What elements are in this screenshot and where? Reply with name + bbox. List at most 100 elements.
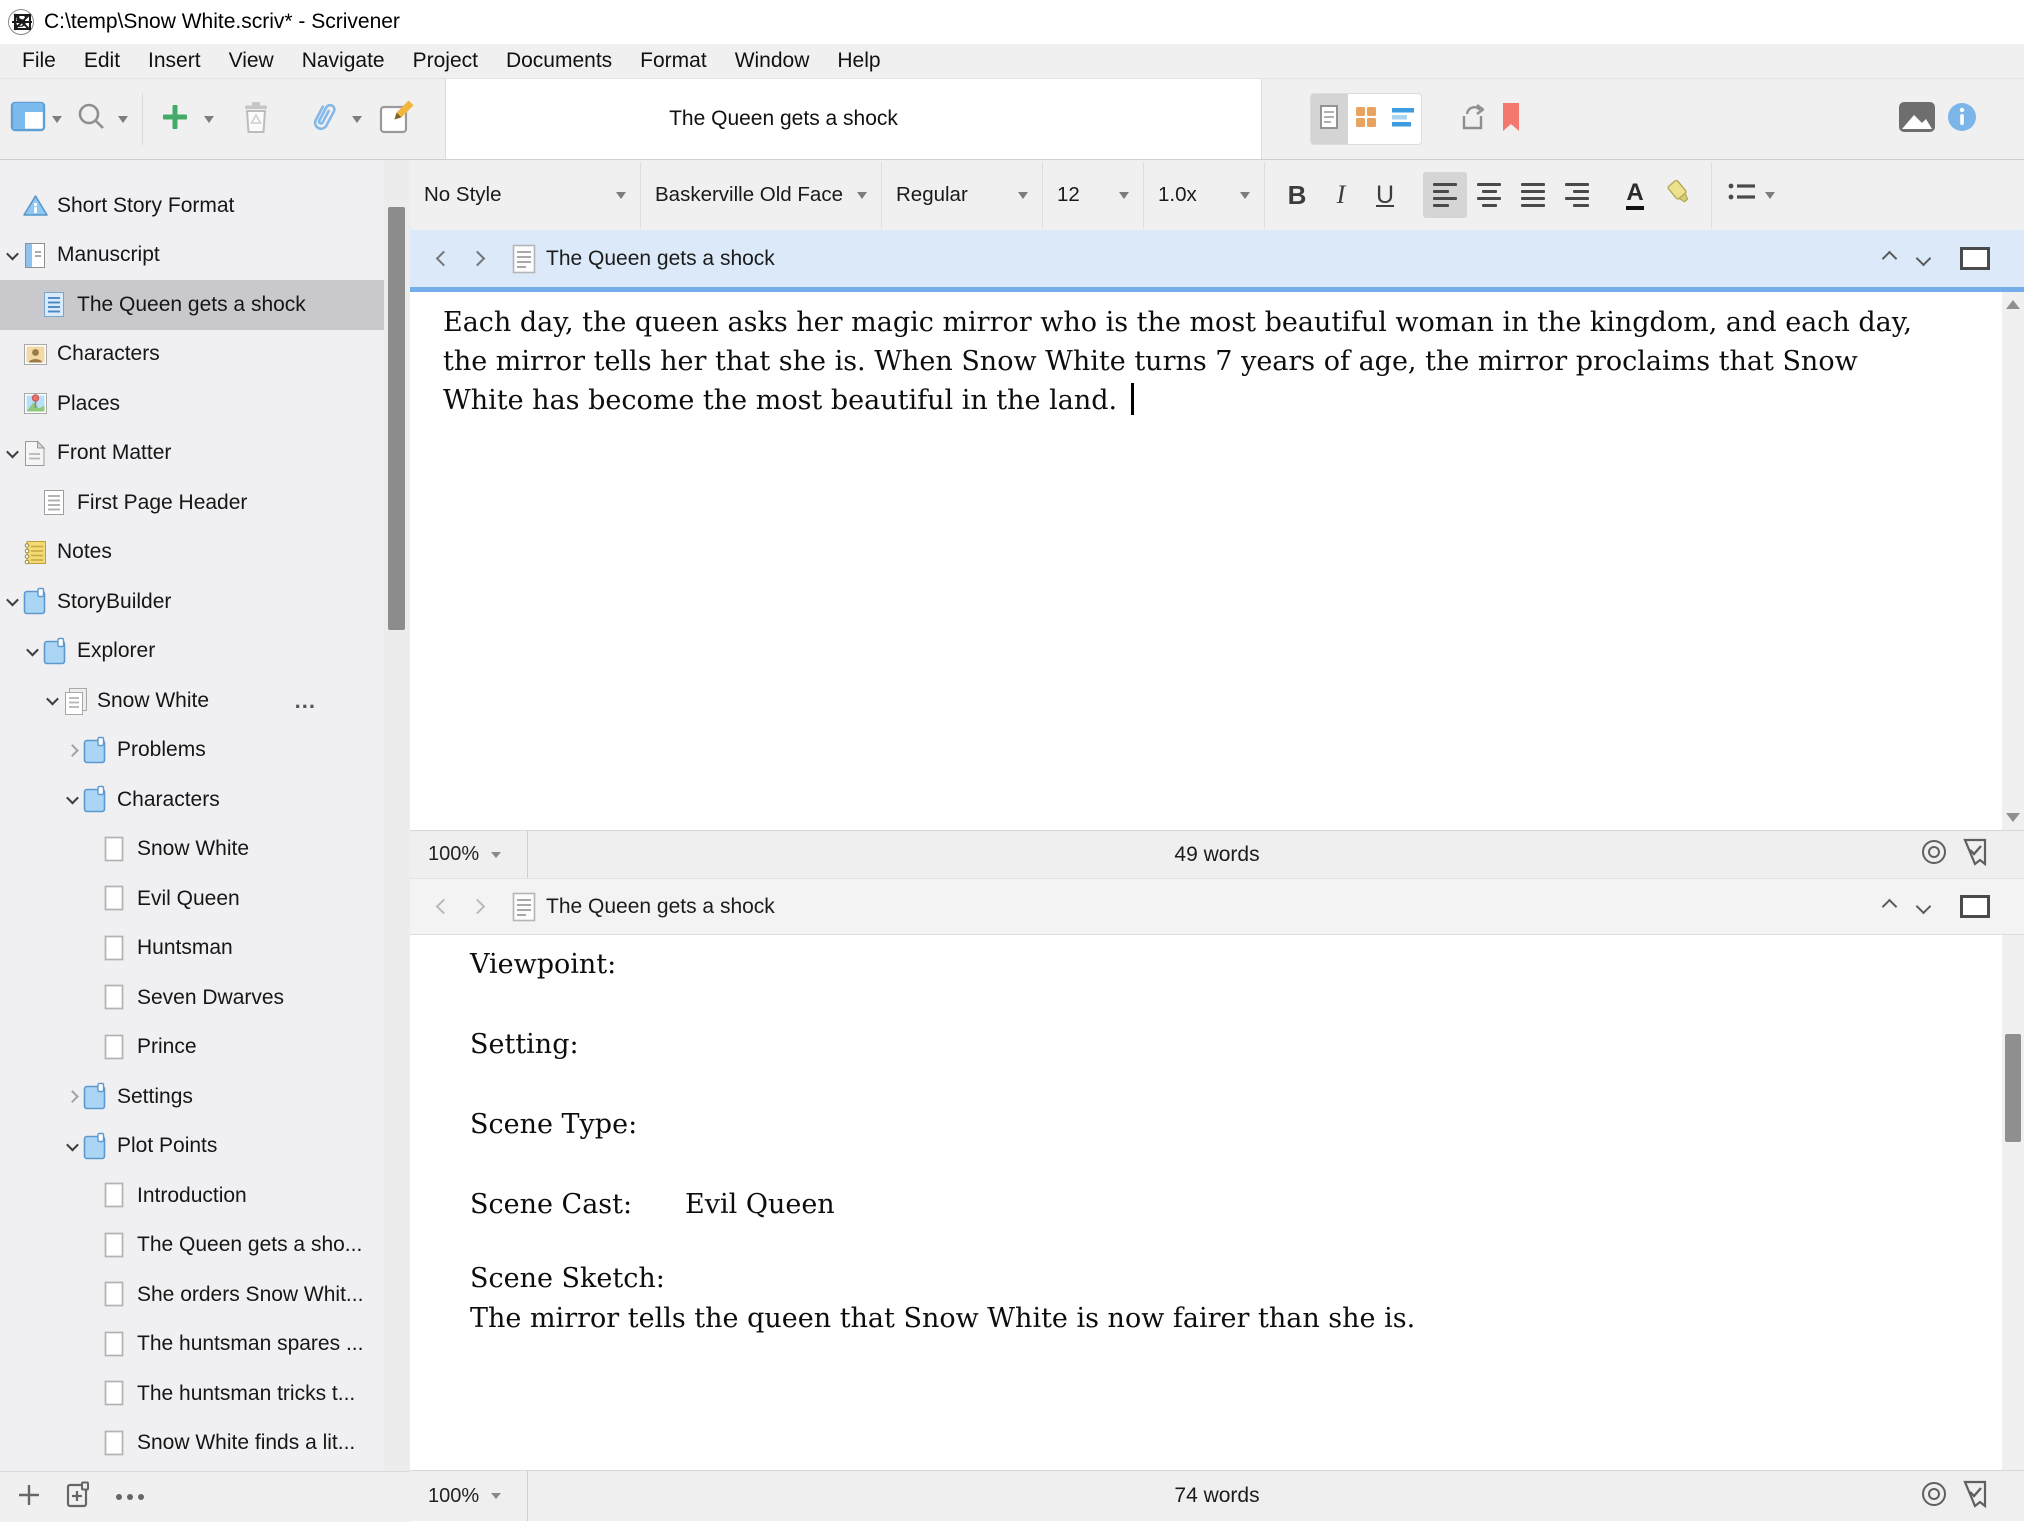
binder-item[interactable]: Huntsman xyxy=(0,924,384,974)
previous-document-button[interactable] xyxy=(1872,242,1906,276)
corkboard-view-button[interactable] xyxy=(1348,94,1385,144)
binder-item[interactable]: Characters xyxy=(0,330,384,380)
editor-top-text[interactable]: Each day, the queen asks her magic mirro… xyxy=(410,292,2024,420)
viewpoint-label[interactable]: Viewpoint: xyxy=(470,945,1944,985)
underline-button[interactable]: U xyxy=(1363,172,1407,218)
italic-button[interactable]: I xyxy=(1319,172,1363,218)
scene-cast-row[interactable]: Scene Cast:Evil Queen xyxy=(470,1185,1944,1225)
editor-top-content[interactable]: Each day, the queen asks her magic mirro… xyxy=(410,292,2024,830)
share-button[interactable] xyxy=(1452,79,1490,159)
doc-check-button[interactable] xyxy=(1962,837,1988,872)
disclosure-down-icon[interactable] xyxy=(22,647,42,656)
text-color-button[interactable]: A xyxy=(1613,172,1657,218)
binder-item[interactable]: Snow White xyxy=(0,825,384,875)
list-button[interactable] xyxy=(1718,172,1784,218)
back-button[interactable] xyxy=(426,242,460,276)
bookmark-button[interactable] xyxy=(1500,79,1522,159)
align-center-button[interactable] xyxy=(1467,172,1511,218)
paperclip-button[interactable] xyxy=(306,79,340,159)
compose-button[interactable] xyxy=(378,79,416,159)
binder-item[interactable]: The huntsman spares ... xyxy=(0,1320,384,1370)
add-folder-button[interactable] xyxy=(64,1480,94,1515)
more-options-button[interactable] xyxy=(116,1494,144,1500)
menu-help[interactable]: Help xyxy=(823,49,894,73)
disclosure-down-icon[interactable] xyxy=(62,795,82,804)
trash-button[interactable] xyxy=(240,79,272,159)
close-button[interactable] xyxy=(0,0,44,44)
binder-panel-dropdown[interactable] xyxy=(52,79,62,159)
forward-button[interactable] xyxy=(460,242,494,276)
menu-project[interactable]: Project xyxy=(399,49,492,73)
binder-item[interactable]: Places xyxy=(0,379,384,429)
binder-item[interactable]: Notes xyxy=(0,528,384,578)
font-size-select[interactable]: 12 xyxy=(1043,160,1143,230)
align-left-button[interactable] xyxy=(1423,172,1467,218)
binder-item[interactable]: The Queen gets a sho... xyxy=(0,1221,384,1271)
binder-item[interactable]: Snow White... xyxy=(0,676,384,726)
binder-item[interactable]: First Page Header xyxy=(0,478,384,528)
previous-document-button[interactable] xyxy=(1872,890,1906,924)
binder-item[interactable]: Introduction xyxy=(0,1171,384,1221)
align-right-button[interactable] xyxy=(1555,172,1599,218)
target-button[interactable] xyxy=(1920,1480,1948,1513)
doc-check-button[interactable] xyxy=(1962,1479,1988,1514)
menu-edit[interactable]: Edit xyxy=(70,49,134,73)
scene-type-label[interactable]: Scene Type: xyxy=(470,1105,1944,1145)
next-document-button[interactable] xyxy=(1906,890,1940,924)
binder-item[interactable]: Snow White finds a lit... xyxy=(0,1419,384,1469)
menu-format[interactable]: Format xyxy=(626,49,721,73)
document-view-button[interactable] xyxy=(1311,94,1348,144)
binder-item[interactable]: StoryBuilder xyxy=(0,577,384,627)
split-editor-button[interactable] xyxy=(1960,895,1990,918)
disclosure-down-icon[interactable] xyxy=(2,251,22,260)
paperclip-dropdown[interactable] xyxy=(352,79,362,159)
disclosure-down-icon[interactable] xyxy=(2,449,22,458)
scroll-up-icon[interactable] xyxy=(2006,300,2020,309)
binder-item[interactable]: Seven Dwarves xyxy=(0,973,384,1023)
search-dropdown[interactable] xyxy=(118,79,128,159)
binder-item[interactable]: The huntsman tricks t... xyxy=(0,1369,384,1419)
target-button[interactable] xyxy=(1920,838,1948,871)
editor-top-scrollbar[interactable] xyxy=(2002,292,2024,830)
more-options-icon[interactable]: ... xyxy=(295,688,316,714)
binder-item[interactable]: Prince xyxy=(0,1023,384,1073)
disclosure-right-icon[interactable] xyxy=(62,1092,82,1101)
binder-item[interactable]: Problems xyxy=(0,726,384,776)
forward-button[interactable] xyxy=(460,890,494,924)
binder-item[interactable]: Manuscript xyxy=(0,231,384,281)
binder-scrollbar[interactable] xyxy=(384,160,410,1471)
scroll-down-icon[interactable] xyxy=(2006,813,2020,822)
binder-panel-button[interactable] xyxy=(10,79,46,159)
disclosure-down-icon[interactable] xyxy=(2,597,22,606)
scene-sketch-text[interactable]: The mirror tells the queen that Snow Whi… xyxy=(470,1299,1944,1339)
font-select[interactable]: Baskerville Old Face xyxy=(641,160,881,230)
bold-button[interactable]: B xyxy=(1275,172,1319,218)
back-button[interactable] xyxy=(426,890,460,924)
binder-item[interactable]: The Queen gets a shock xyxy=(0,280,384,330)
binder-item[interactable]: Front Matter xyxy=(0,429,384,479)
binder-item[interactable]: Explorer xyxy=(0,627,384,677)
binder-item[interactable]: Settings xyxy=(0,1072,384,1122)
setting-label[interactable]: Setting: xyxy=(470,1025,1944,1065)
next-document-button[interactable] xyxy=(1906,242,1940,276)
split-editor-button[interactable] xyxy=(1960,247,1990,270)
menu-view[interactable]: View xyxy=(215,49,288,73)
menu-window[interactable]: Window xyxy=(721,49,824,73)
line-spacing-select[interactable]: 1.0x xyxy=(1144,160,1264,230)
add-item-button[interactable] xyxy=(16,1482,42,1513)
binder-item[interactable]: Evil Queen xyxy=(0,874,384,924)
binder-scrollbar-thumb[interactable] xyxy=(388,207,405,630)
editor-bottom-scrollbar-thumb[interactable] xyxy=(2005,1034,2021,1142)
menu-file[interactable]: File xyxy=(8,49,70,73)
add-dropdown[interactable] xyxy=(204,79,214,159)
binder-item[interactable]: Short Story Format xyxy=(0,181,384,231)
info-button[interactable] xyxy=(1946,79,1978,159)
highlight-button[interactable] xyxy=(1657,172,1701,218)
editor-bottom-scrollbar[interactable] xyxy=(2002,935,2024,1470)
font-variant-select[interactable]: Regular xyxy=(882,160,1042,230)
menu-documents[interactable]: Documents xyxy=(492,49,626,73)
disclosure-down-icon[interactable] xyxy=(42,696,62,705)
justify-button[interactable] xyxy=(1511,172,1555,218)
add-button[interactable] xyxy=(158,79,192,159)
menu-insert[interactable]: Insert xyxy=(134,49,215,73)
